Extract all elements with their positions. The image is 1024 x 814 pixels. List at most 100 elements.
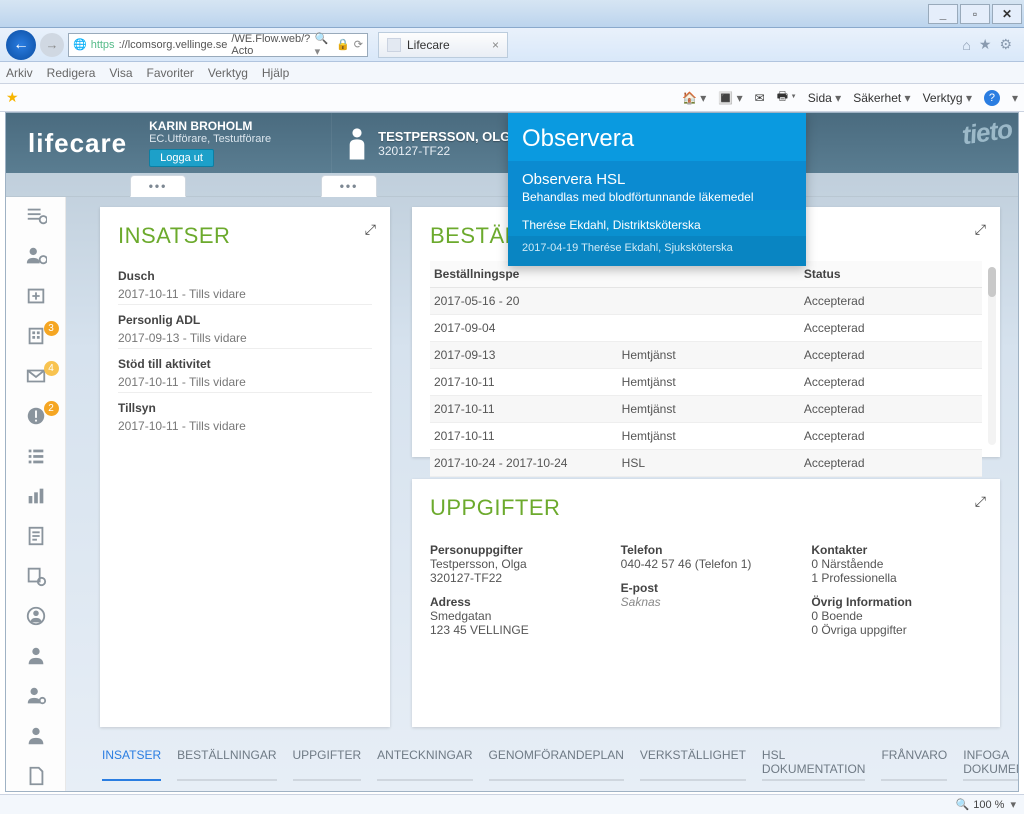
sidebar-item-person-search[interactable] xyxy=(23,685,49,707)
patient-id: 320127-TF22 xyxy=(378,144,520,158)
sidebar-item-notes[interactable] xyxy=(23,525,49,547)
menu-verktyg[interactable]: Verktyg xyxy=(208,66,248,80)
bottom-nav: INSATSER BESTÄLLNINGAR UPPGIFTER ANTECKN… xyxy=(102,748,998,781)
zoom-icon[interactable]: 🔍 xyxy=(956,798,970,811)
menu-favoriter[interactable]: Favoriter xyxy=(147,66,194,80)
bottom-link-anteckningar[interactable]: ANTECKNINGAR xyxy=(377,748,472,781)
sidebar-item-list[interactable] xyxy=(23,445,49,467)
ovrig-2: 0 Övriga uppgifter xyxy=(811,623,982,637)
bottom-link-insatser[interactable]: INSATSER xyxy=(102,748,161,781)
col-status: Status xyxy=(800,261,982,288)
zoom-dropdown-icon[interactable]: ▾ xyxy=(1010,798,1016,811)
vendor-logo: tieto xyxy=(960,114,1014,152)
table-row[interactable]: 2017-10-11HemtjänstAccepterad xyxy=(430,369,982,396)
refresh-icon[interactable]: ⟳ xyxy=(354,38,363,51)
sidebar-item-person-1[interactable] xyxy=(23,645,49,667)
observera-subtitle: Behandlas med blodförtunnande läkemedel xyxy=(522,190,792,204)
observera-header: Observera xyxy=(508,112,806,161)
help-icon[interactable]: ? xyxy=(984,90,1000,106)
sidebar-item-search-doc[interactable] xyxy=(23,565,49,587)
nav-back-button[interactable]: ← xyxy=(6,30,36,60)
expand-icon[interactable]: ⤢ xyxy=(975,221,986,238)
adress-line2: 123 45 VELLINGE xyxy=(430,623,601,637)
nav-forward-button: → xyxy=(40,33,64,57)
favorites-icon[interactable]: ★ xyxy=(6,89,19,106)
badge-alerts: 2 xyxy=(44,401,59,416)
menu-hjalp[interactable]: Hjälp xyxy=(262,66,289,80)
person-name-value: Testpersson, Olga xyxy=(430,557,601,571)
adress-line1: Smedgatan xyxy=(430,609,601,623)
table-row[interactable]: 2017-09-04Accepterad xyxy=(430,315,982,342)
uppgifter-title: UPPGIFTER xyxy=(430,495,982,521)
tab-favicon xyxy=(387,38,401,52)
settings-gear-icon[interactable]: ⚙ xyxy=(999,36,1012,53)
home-icon[interactable]: ⌂ xyxy=(962,37,970,53)
telefon-heading: Telefon xyxy=(621,543,792,557)
sidebar-item-health[interactable] xyxy=(23,285,49,307)
expand-icon[interactable]: ⤢ xyxy=(975,493,986,510)
bottom-link-hsl[interactable]: HSL DOKUMENTATION xyxy=(762,748,866,781)
tab-close-icon[interactable]: × xyxy=(492,38,499,52)
bestall-table: Beställningspe Status 2017-05-16 - 20Acc… xyxy=(430,261,982,477)
ovrig-1: 0 Boende xyxy=(811,609,982,623)
ovrig-heading: Övrig Information xyxy=(811,595,982,609)
sidebar-item-messages[interactable]: 4 xyxy=(23,365,49,387)
insats-item: Tillsyn 2017-10-11 - Tills vidare xyxy=(118,392,372,436)
insats-date: 2017-09-13 - Tills vidare xyxy=(118,331,372,345)
zoom-value: 100 % xyxy=(973,799,1004,811)
insats-title: Dusch xyxy=(118,269,372,283)
table-row[interactable]: 2017-05-16 - 20Accepterad xyxy=(430,288,982,315)
sidebar-item-building[interactable]: 3 xyxy=(23,325,49,347)
expand-icon[interactable]: ⤢ xyxy=(365,221,376,238)
sidebar-item-overview[interactable] xyxy=(23,205,49,227)
insatser-title: INSATSER xyxy=(118,223,372,249)
insats-date: 2017-10-11 - Tills vidare xyxy=(118,375,372,389)
page-dropdown[interactable]: Sida xyxy=(808,91,841,105)
app-root: lifecare KARIN BROHOLM EC.Utförare, Test… xyxy=(5,112,1019,792)
browser-tab[interactable]: Lifecare × xyxy=(378,32,508,58)
person-icon xyxy=(346,125,368,161)
sidebar-item-profile[interactable] xyxy=(23,605,49,627)
sidebar-item-stats[interactable] xyxy=(23,485,49,507)
insats-title: Stöd till aktivitet xyxy=(118,357,372,371)
patient-name: TESTPERSSON, OLGA xyxy=(378,129,520,144)
app-content: 3 4 2 INSATSER ⤢ Dusch 2017-10-11 xyxy=(6,197,1018,791)
window-minimize-button[interactable]: _ xyxy=(928,4,958,24)
window-close-button[interactable]: ✕ xyxy=(992,4,1022,24)
menu-visa[interactable]: Visa xyxy=(109,66,132,80)
user-name: KARIN BROHOLM xyxy=(149,119,271,133)
search-dropdown-icon[interactable]: 🔍 ▾ xyxy=(315,32,333,58)
sidebar-item-document[interactable] xyxy=(23,765,49,787)
tools-dropdown[interactable]: Verktyg xyxy=(923,91,972,105)
table-row[interactable]: 2017-10-11HemtjänstAccepterad xyxy=(430,423,982,450)
bottom-link-bestallningar[interactable]: BESTÄLLNINGAR xyxy=(177,748,276,781)
sidebar-item-person-2[interactable] xyxy=(23,725,49,747)
bottom-link-verkstallighet[interactable]: VERKSTÄLLIGHET xyxy=(640,748,746,781)
person-id-value: 320127-TF22 xyxy=(430,571,601,585)
favorites-star-icon[interactable]: ★ xyxy=(979,36,992,53)
table-row[interactable]: 2017-09-13HemtjänstAccepterad xyxy=(430,342,982,369)
home-dropdown-icon[interactable]: 🏠 xyxy=(682,91,706,105)
main-area: INSATSER ⤢ Dusch 2017-10-11 - Tills vida… xyxy=(66,197,1018,791)
address-bar[interactable]: 🌐 https://lcomsorg.vellinge.se/WE.Flow.w… xyxy=(68,33,368,57)
safety-dropdown[interactable]: Säkerhet xyxy=(853,91,910,105)
bottom-link-infoga[interactable]: INFOGA DOKUMENT xyxy=(963,748,1019,781)
kontakter-heading: Kontakter xyxy=(811,543,982,557)
readmail-icon[interactable]: ✉ xyxy=(755,91,765,105)
menu-arkiv[interactable]: Arkiv xyxy=(6,66,33,80)
feeds-dropdown-icon[interactable]: 🔳 xyxy=(718,91,742,105)
table-row[interactable]: 2017-10-11HemtjänstAccepterad xyxy=(430,396,982,423)
print-dropdown-icon[interactable]: 🖶 xyxy=(777,87,796,108)
sidebar-item-alerts[interactable]: 2 xyxy=(23,405,49,427)
menu-redigera[interactable]: Redigera xyxy=(47,66,96,80)
user-tab-button[interactable]: ••• xyxy=(130,175,186,197)
sidebar-item-persons[interactable] xyxy=(23,245,49,267)
bottom-link-uppgifter[interactable]: UPPGIFTER xyxy=(293,748,362,781)
bottom-link-genomforandeplan[interactable]: GENOMFÖRANDEPLAN xyxy=(489,748,624,781)
table-row[interactable]: 2017-10-24 - 2017-10-24HSLAccepterad xyxy=(430,450,982,477)
bottom-link-franvaro[interactable]: FRÅNVARO xyxy=(881,748,947,781)
logout-button[interactable]: Logga ut xyxy=(149,149,214,167)
scrollbar[interactable] xyxy=(988,267,996,445)
patient-tab-button[interactable]: ••• xyxy=(321,175,377,197)
window-maximize-button[interactable]: ▫ xyxy=(960,4,990,24)
